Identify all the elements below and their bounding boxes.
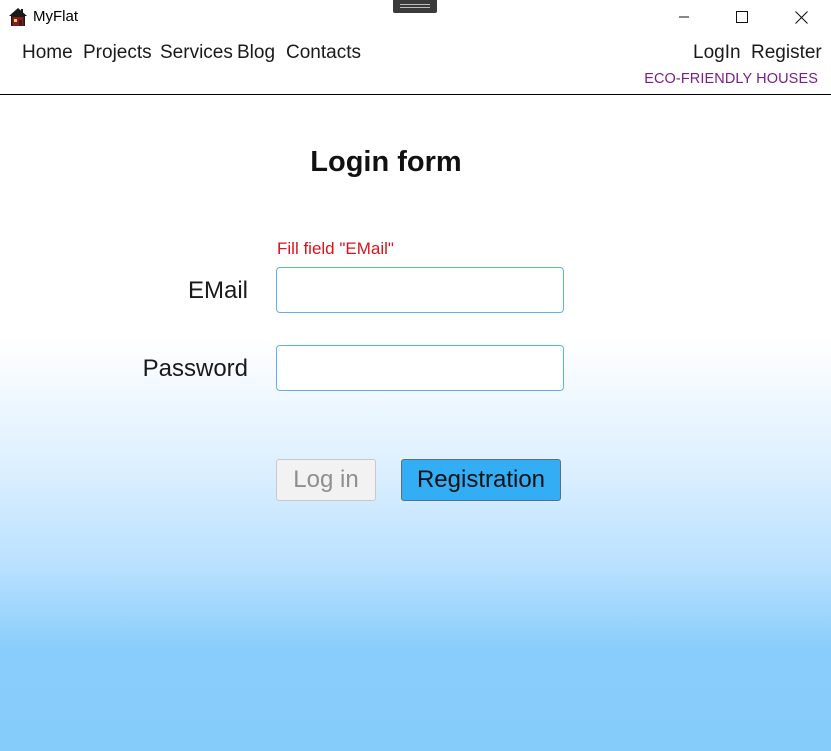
login-button[interactable]: Log in xyxy=(276,459,376,501)
minimize-icon xyxy=(679,16,689,18)
drag-grip-handle[interactable] xyxy=(393,0,437,13)
nav-register-link[interactable]: Register xyxy=(751,42,822,64)
close-button[interactable] xyxy=(778,0,824,34)
nav-divider xyxy=(0,94,831,95)
password-input[interactable] xyxy=(276,345,564,391)
house-icon xyxy=(9,8,27,26)
page-title: Login form xyxy=(310,146,462,178)
email-input[interactable] xyxy=(276,267,564,313)
window-titlebar: MyFlat xyxy=(0,0,831,36)
close-icon xyxy=(794,10,808,24)
maximize-button[interactable] xyxy=(719,0,765,34)
email-error-message: Fill field "EMail" xyxy=(277,239,394,258)
maximize-icon xyxy=(736,11,748,23)
nav-projects-link[interactable]: Projects xyxy=(83,42,152,64)
registration-button[interactable]: Registration xyxy=(401,459,561,501)
site-tagline: ECO-FRIENDLY HOUSES xyxy=(644,71,818,87)
nav-blog-link[interactable]: Blog xyxy=(237,42,275,64)
password-label: Password xyxy=(142,355,248,382)
nav-services-link[interactable]: Services xyxy=(160,42,233,64)
window-title: MyFlat xyxy=(33,8,78,25)
nav-contacts-link[interactable]: Contacts xyxy=(286,42,361,64)
email-label: EMail xyxy=(187,277,248,304)
nav-login-link[interactable]: LogIn xyxy=(693,42,741,64)
nav-home-link[interactable]: Home xyxy=(22,42,73,64)
main-nav: Home Projects Services Blog Contacts Log… xyxy=(0,38,831,68)
minimize-button[interactable] xyxy=(661,0,707,34)
